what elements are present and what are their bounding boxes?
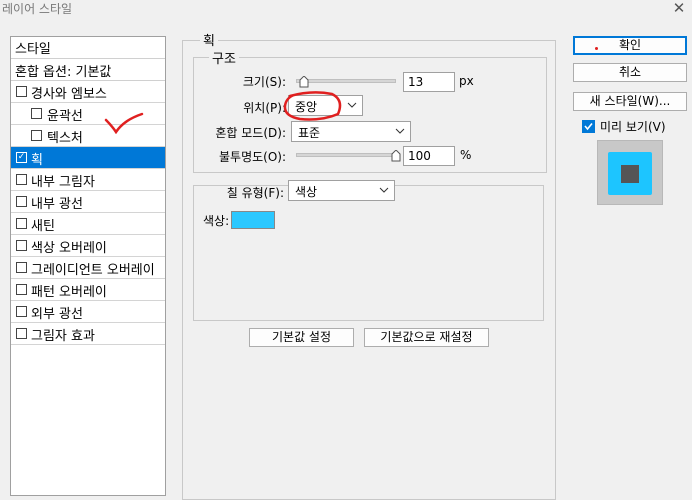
red-checkmark-annotation [104,112,144,134]
style-checkbox[interactable] [16,86,27,97]
style-list-item-label: 그림자 효과 [31,329,95,344]
blend-options-item[interactable]: 혼합 옵션: 기본값 [11,59,165,81]
chevron-down-icon [379,187,389,193]
style-checkbox[interactable] [16,240,27,251]
make-default-button[interactable]: 기본값 설정 [249,328,354,347]
chevron-down-icon [395,128,405,134]
preview-fill-square [621,165,639,183]
red-dot-annotation [595,47,598,50]
style-checkbox[interactable]: ✓ [16,152,27,163]
style-list-item-label: 새틴 [31,219,55,234]
style-checkbox[interactable] [16,174,27,185]
preview-checkbox[interactable] [582,120,595,133]
fill-type-label: 칠 유형(F): [226,186,284,200]
structure-title: 구조 [209,48,239,67]
style-checkbox[interactable] [16,284,27,295]
blend-mode-select[interactable]: 표준 [291,121,411,142]
style-checkbox[interactable] [16,262,27,273]
style-list-item-label: 색상 오버레이 [31,241,107,256]
red-circle-annotation [283,91,342,121]
style-list-item-label: 윤곽선 [47,109,83,124]
opacity-unit: % [460,148,472,162]
position-label: 위치(P): [243,101,286,115]
window-title: 레이어 스타일 [2,2,73,16]
style-list-item-label: 텍스처 [47,131,83,146]
opacity-slider-thumb[interactable] [391,150,401,162]
title-bar: 레이어 스타일 ✕ [0,0,692,22]
ok-button[interactable]: 확인 [573,36,687,55]
stroke-section-title: 획 [200,30,218,49]
new-style-button[interactable]: 새 스타일(W)... [573,92,687,111]
style-list-item-label: 내부 광선 [31,197,83,212]
style-list-item[interactable]: 패턴 오버레이 [11,279,165,301]
size-slider-thumb[interactable] [299,76,309,88]
blend-mode-select-value: 표준 [298,126,321,140]
size-slider[interactable] [296,79,396,83]
preview-stroke-square [608,152,652,195]
style-list-item[interactable]: 그레이디언트 오버레이 [11,257,165,279]
style-list-item-label: 외부 광선 [31,307,83,322]
style-list-item-label: 그레이디언트 오버레이 [31,263,155,278]
close-icon[interactable]: ✕ [670,0,688,17]
cancel-button[interactable]: 취소 [573,63,687,82]
style-list-item-label: 경사와 엠보스 [31,87,107,102]
style-list-item-label: 패턴 오버레이 [31,285,107,300]
style-list-item[interactable]: ✓ 획 [11,147,165,169]
blend-mode-label: 혼합 모드(D): [215,126,286,140]
size-input[interactable]: 13 [403,72,455,92]
style-list-item-label: 획 [31,153,43,168]
style-checkbox[interactable] [16,196,27,207]
style-list-item[interactable]: 새틴 [11,213,165,235]
fill-type-select[interactable]: 색상 [288,180,395,201]
opacity-slider[interactable] [296,153,396,157]
color-label: 색상: [203,214,230,228]
preview-label: 미리 보기(V) [600,120,666,134]
chevron-down-icon [347,102,357,108]
style-list-item[interactable]: 외부 광선 [11,301,165,323]
style-list-item[interactable]: 내부 그림자 [11,169,165,191]
style-list-header[interactable]: 스타일 [11,37,165,59]
opacity-label: 불투명도(O): [218,150,286,164]
opacity-input[interactable]: 100 [403,146,455,166]
style-checkbox[interactable] [31,130,42,141]
fill-type-select-value: 색상 [295,185,318,199]
style-checkbox[interactable] [16,218,27,229]
style-list-item[interactable]: 내부 광선 [11,191,165,213]
style-list-item[interactable]: 색상 오버레이 [11,235,165,257]
fill-group [193,185,544,321]
preview-thumbnail [597,140,663,205]
color-swatch[interactable] [231,211,275,229]
style-checkbox[interactable] [31,108,42,119]
style-checkbox[interactable] [16,328,27,339]
style-list-item[interactable]: 경사와 엠보스 [11,81,165,103]
style-checkbox[interactable] [16,306,27,317]
size-unit: px [459,74,474,88]
size-label: 크기(S): [242,75,286,89]
check-icon [584,122,593,131]
style-list-item-label: 내부 그림자 [31,175,95,190]
reset-default-button[interactable]: 기본값으로 재설정 [364,328,489,347]
style-list-item[interactable]: 그림자 효과 [11,323,165,345]
